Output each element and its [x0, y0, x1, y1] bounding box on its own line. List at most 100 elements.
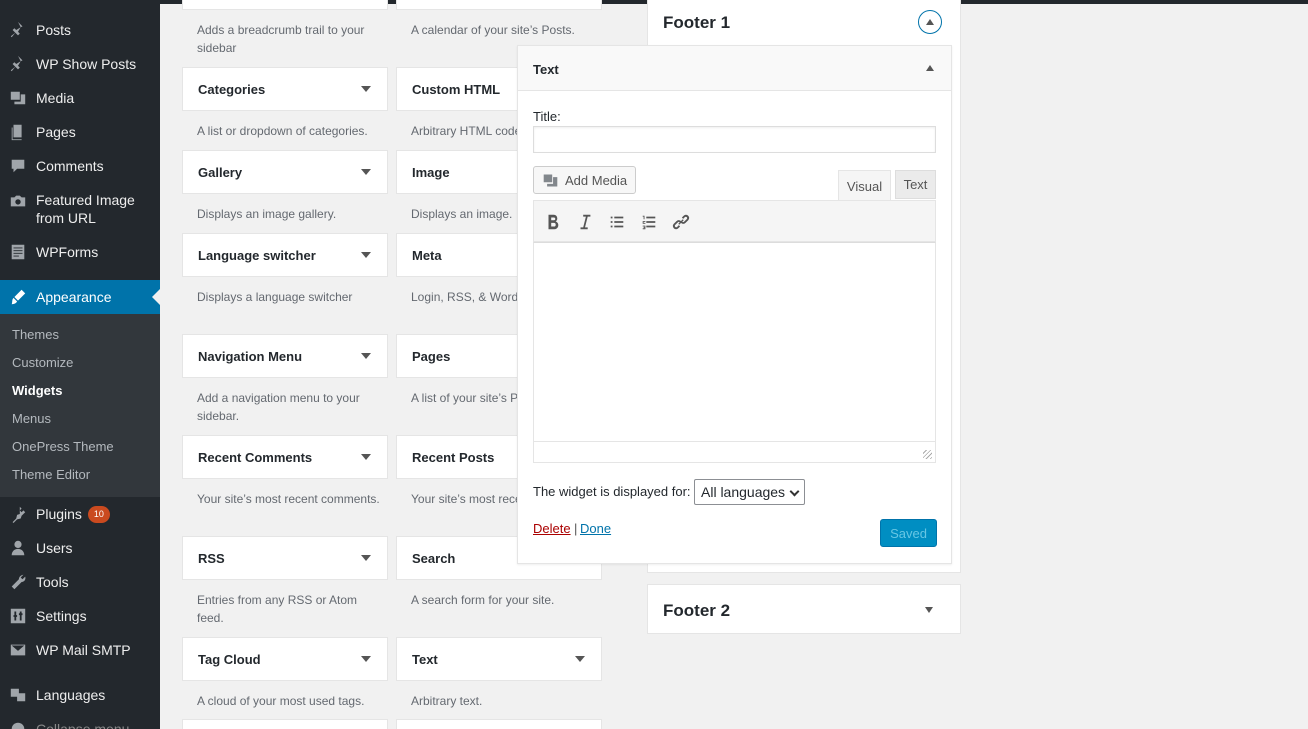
link-icon — [672, 214, 690, 230]
widget-calendar[interactable] — [396, 0, 602, 10]
add-media-button[interactable]: Add Media — [533, 166, 636, 194]
translate-icon — [0, 686, 36, 704]
sidebar-item-label: Featured Image — [36, 192, 135, 208]
paintbrush-icon — [0, 288, 36, 306]
sidebar-item-tools[interactable]: Tools — [0, 565, 160, 599]
widget-gallery[interactable]: Gallery — [182, 150, 388, 194]
submenu-item-onepress-theme[interactable]: OnePress Theme — [12, 439, 114, 454]
sidebar-item-featured-image-from-url[interactable]: Featured Image from URL — [0, 183, 160, 235]
widget-tag-cloud[interactable]: Tag Cloud — [182, 637, 388, 681]
widget-categories[interactable]: Categories — [182, 67, 388, 111]
sidebar-area-footer-2[interactable]: Footer 2 — [647, 584, 961, 634]
settings-icon — [0, 607, 36, 625]
widget-text[interactable]: Text — [396, 637, 602, 681]
numbered-list-icon — [642, 215, 656, 230]
sidebar-item-plugins[interactable]: Plugins 10 — [0, 497, 160, 531]
language-select-value: All languages — [701, 484, 786, 500]
numbered-list-button[interactable] — [638, 211, 660, 233]
widget-name: Meta — [412, 247, 442, 263]
widget-description: Your site’s most recent comments. — [197, 492, 380, 506]
bold-button[interactable] — [542, 211, 564, 233]
collapse-toggle-icon[interactable] — [918, 10, 942, 34]
bulleted-list-button[interactable] — [606, 211, 628, 233]
widget-recent-comments[interactable]: Recent Comments — [182, 435, 388, 479]
chevron-down-icon[interactable] — [575, 656, 585, 662]
chevron-down-icon[interactable] — [361, 656, 371, 662]
widget-description: A cloud of your most used tags. — [197, 694, 365, 708]
widget-name: Pages — [412, 348, 451, 364]
widget-description: Entries from any RSS or Atom feed. — [197, 593, 358, 625]
tab-visual[interactable]: Visual — [838, 170, 891, 201]
text-editor-area[interactable] — [533, 242, 936, 442]
widget-name: RSS — [198, 550, 225, 566]
submenu-item-menus[interactable]: Menus — [12, 411, 51, 426]
bulleted-list-icon — [610, 216, 624, 228]
chevron-down-icon[interactable] — [925, 607, 933, 613]
submenu-item-widgets[interactable]: Widgets — [12, 383, 62, 398]
tab-text[interactable]: Text — [895, 170, 936, 199]
sidebar-item-appearance[interactable]: Appearance — [0, 280, 160, 314]
language-select[interactable]: All languages — [694, 479, 805, 505]
title-label: Title: — [533, 109, 561, 124]
chevron-down-icon[interactable] — [361, 252, 371, 258]
chevron-down-icon[interactable] — [361, 454, 371, 460]
sidebar-item-posts[interactable]: Posts — [0, 13, 160, 47]
widget-rss[interactable]: RSS — [182, 536, 388, 580]
submenu-item-theme-editor[interactable]: Theme Editor — [12, 467, 90, 482]
sidebar-item-settings[interactable]: Settings — [0, 599, 160, 633]
widget-breadcrumb[interactable] — [182, 0, 388, 10]
widget-description: Add a navigation menu to your sidebar. — [197, 391, 360, 423]
sidebar-item-comments[interactable]: Comments — [0, 149, 160, 183]
widget-name: Categories — [198, 81, 266, 97]
widget-next[interactable] — [182, 719, 388, 729]
widget-description: Displays an image gallery. — [197, 207, 337, 221]
insert-link-button[interactable] — [670, 211, 692, 233]
chevron-down-icon[interactable] — [361, 86, 371, 92]
widget-description: A search form for your site. — [411, 593, 555, 607]
displayed-for-label: The widget is displayed for: — [533, 484, 691, 499]
widget-name: Language switcher — [198, 247, 316, 263]
sidebar-item-wp-mail-smtp[interactable]: WP Mail SMTP — [0, 633, 160, 667]
sidebar-item-wp-show-posts[interactable]: WP Show Posts — [0, 47, 160, 81]
editor-toolbar — [533, 200, 936, 242]
user-icon — [0, 539, 36, 557]
italic-button[interactable] — [574, 211, 596, 233]
widget-description: Adds a breadcrumb trail to your sidebar — [197, 23, 365, 55]
media-icon — [543, 174, 558, 186]
admin-sidebar: Posts WP Show Posts Media Pages Comments… — [0, 0, 160, 729]
chevron-up-icon[interactable] — [926, 65, 934, 71]
update-count-badge: 10 — [87, 506, 110, 524]
text-widget-panel: Text Title: Add Media Visual Text The wi… — [517, 45, 952, 564]
saved-button[interactable]: Saved — [880, 519, 937, 547]
widget-name: Custom HTML — [412, 81, 501, 97]
comment-icon — [0, 157, 36, 175]
sidebar-item-media[interactable]: Media — [0, 81, 160, 115]
widget-name: Image — [412, 164, 450, 180]
sidebar-item-languages[interactable]: Languages — [0, 678, 160, 712]
chevron-down-icon[interactable] — [361, 169, 371, 175]
plug-icon — [0, 505, 36, 523]
done-link[interactable]: Done — [580, 521, 611, 536]
widget-next[interactable] — [396, 719, 602, 729]
widget-language-switcher[interactable]: Language switcher — [182, 233, 388, 277]
widget-name: Navigation Menu — [198, 348, 303, 364]
title-input[interactable] — [533, 126, 936, 153]
chevron-down-icon[interactable] — [361, 353, 371, 359]
delete-link[interactable]: Delete — [533, 521, 571, 536]
text-widget-header[interactable]: Text — [518, 46, 951, 91]
sidebar-area-title[interactable]: Footer 1 — [663, 13, 730, 33]
submenu-item-customize[interactable]: Customize — [12, 355, 73, 370]
submenu-item-themes[interactable]: Themes — [12, 327, 59, 342]
widget-description: A list or dropdown of categories. — [197, 124, 368, 138]
widget-navigation-menu[interactable]: Navigation Menu — [182, 334, 388, 378]
widget-name: Gallery — [198, 164, 243, 180]
sidebar-item-pages[interactable]: Pages — [0, 115, 160, 149]
add-media-label: Add Media — [565, 172, 628, 188]
sidebar-item-wpforms[interactable]: WPForms — [0, 235, 160, 269]
resize-handle-icon[interactable] — [923, 450, 932, 459]
widget-name: Recent Posts — [412, 449, 495, 465]
chevron-down-icon[interactable] — [361, 555, 371, 561]
text-widget-title: Text — [533, 62, 559, 77]
sidebar-item-users[interactable]: Users — [0, 531, 160, 565]
sidebar-collapse-menu[interactable]: Collapse menu — [0, 712, 160, 729]
